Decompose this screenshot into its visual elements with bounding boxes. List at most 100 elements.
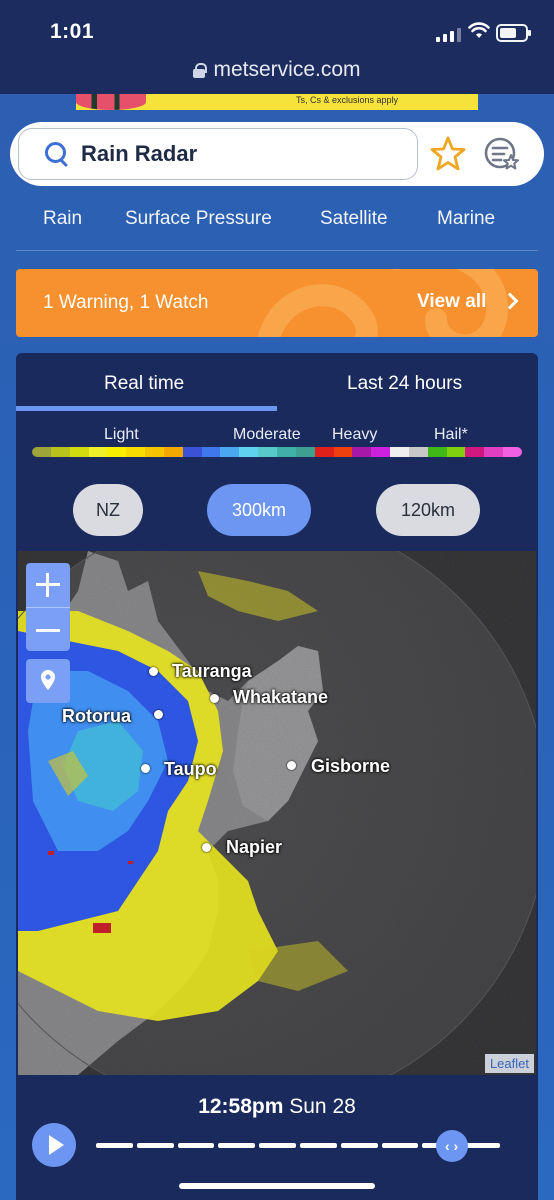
legend-swatch [201,447,221,457]
warning-pattern [257,269,509,337]
radar-map[interactable]: Tauranga Whakatane Rotorua Taupo Gisborn… [18,551,536,1075]
timeline-segment[interactable] [381,1143,419,1148]
legend-swatch [408,447,428,457]
radar-panel: Real time Last 24 hours Light Moderate H… [16,353,538,1200]
view-all-link[interactable]: View all [417,291,486,313]
warning-banner[interactable]: 1 Warning, 1 Watch View all [16,269,538,337]
timestamp-time: 12:58pm [198,1095,284,1118]
zoom-control-divider [26,607,70,608]
legend-swatch [145,447,164,457]
wifi-icon [468,22,490,38]
tab-last-24-hours[interactable]: Last 24 hours [347,373,462,395]
drag-arrows-icon: ‹ › [444,1138,459,1154]
city-label-napier: Napier [226,837,283,857]
timeline-segment[interactable] [299,1143,337,1148]
timeline-segment[interactable] [96,1143,133,1148]
location-pin-icon [41,670,55,690]
radar-nav: Rain Surface Pressure Satellite Marine [0,196,554,242]
legend-swatch [427,447,447,457]
nav-item-rain[interactable]: Rain [43,208,82,230]
legend-swatch [333,447,353,457]
city-label-taupo: Taupo [164,759,217,779]
timestamp-day: Sun 28 [289,1095,356,1118]
timeline-segment[interactable] [218,1143,256,1148]
legend-swatch [352,447,372,457]
legend-swatch [32,447,51,457]
legend-swatch [465,447,485,457]
ad-text: Ts, Cs & exclusions apply [296,95,399,105]
nav-item-surface-pressure[interactable]: Surface Pressure [125,208,272,230]
radar-imagery [18,551,536,1075]
radar-timestamp: 12:58pm Sun 28 [16,1095,538,1119]
play-button[interactable] [32,1123,76,1167]
legend-swatch [88,447,108,457]
timeline-thumb[interactable]: ‹ › [435,1130,468,1162]
clock: 1:01 [50,20,95,43]
legend-label-moderate: Moderate [233,426,301,443]
city-marker-whakatane[interactable] [210,694,219,703]
legend-swatch [484,447,504,457]
legend-swatch [50,447,70,457]
zoom-in-icon[interactable] [36,573,60,597]
legend-swatch [107,447,127,457]
search-input[interactable]: Rain Radar [18,128,418,180]
search-icon [43,140,71,168]
zoom-out-icon[interactable] [36,629,60,632]
timeline-segment[interactable] [136,1143,174,1148]
status-bar: 1:01 [0,0,554,56]
legend-swatch [276,447,296,457]
legend-swatch [239,447,259,457]
legend-swatch [295,447,315,457]
ad-banner[interactable]: Ts, Cs & exclusions apply [76,94,478,110]
locate-me-button[interactable] [26,659,70,703]
leaflet-attribution-link[interactable]: Leaflet [484,1054,534,1073]
warning-summary: 1 Warning, 1 Watch [43,292,209,313]
legend-swatch [163,447,183,457]
tab-active-indicator [16,406,277,411]
ad-artwork [76,94,146,110]
zoom-120km-button[interactable]: 120km [376,484,480,536]
city-marker-taupo[interactable] [141,764,150,773]
city-label-rotorua: Rotorua [62,706,131,726]
favourite-star-icon[interactable] [428,134,468,174]
url-bar[interactable]: metservice.com [0,56,554,94]
city-label-gisborne: Gisborne [311,756,391,776]
city-label-whakatane: Whakatane [233,687,329,707]
legend-swatch [390,447,409,457]
legend-label-hail: Hail* [434,426,468,443]
timeline-segment[interactable] [259,1143,296,1148]
city-label-tauranga: Tauranga [172,661,252,681]
favourites-list-icon[interactable] [482,134,522,174]
search-value: Rain Radar [81,141,198,166]
timeline-segment[interactable] [340,1143,378,1148]
url-text: metservice.com [213,58,361,81]
zoom-nz-button[interactable]: NZ [73,484,143,536]
legend-swatch [69,447,89,457]
city-marker-napier[interactable] [202,843,211,852]
lock-icon [193,62,208,78]
zoom-300km-button[interactable]: 300km [207,484,311,536]
home-indicator [179,1183,375,1189]
nav-item-satellite[interactable]: Satellite [320,208,388,230]
legend-swatch [258,447,277,457]
nav-item-marine[interactable]: Marine [437,208,495,230]
rain-intensity-scale [32,447,522,457]
legend-label-heavy: Heavy [332,426,378,443]
search-bar: Rain Radar [10,122,544,186]
city-marker-rotorua[interactable] [154,710,163,719]
tab-real-time[interactable]: Real time [104,373,184,395]
legend-swatch [182,447,202,457]
timeline-segment[interactable] [177,1143,215,1148]
nav-divider [16,250,538,251]
legend-swatch [220,447,240,457]
legend-swatch [314,447,334,457]
legend-swatch [503,447,522,457]
legend-swatch [126,447,146,457]
signal-icon [436,26,462,42]
city-marker-gisborne[interactable] [287,761,296,770]
timeline-segment[interactable] [463,1143,500,1148]
city-marker-tauranga[interactable] [149,667,158,676]
battery-icon [496,24,531,42]
legend-label-light: Light [104,426,139,443]
map-zoom-control [26,563,70,651]
